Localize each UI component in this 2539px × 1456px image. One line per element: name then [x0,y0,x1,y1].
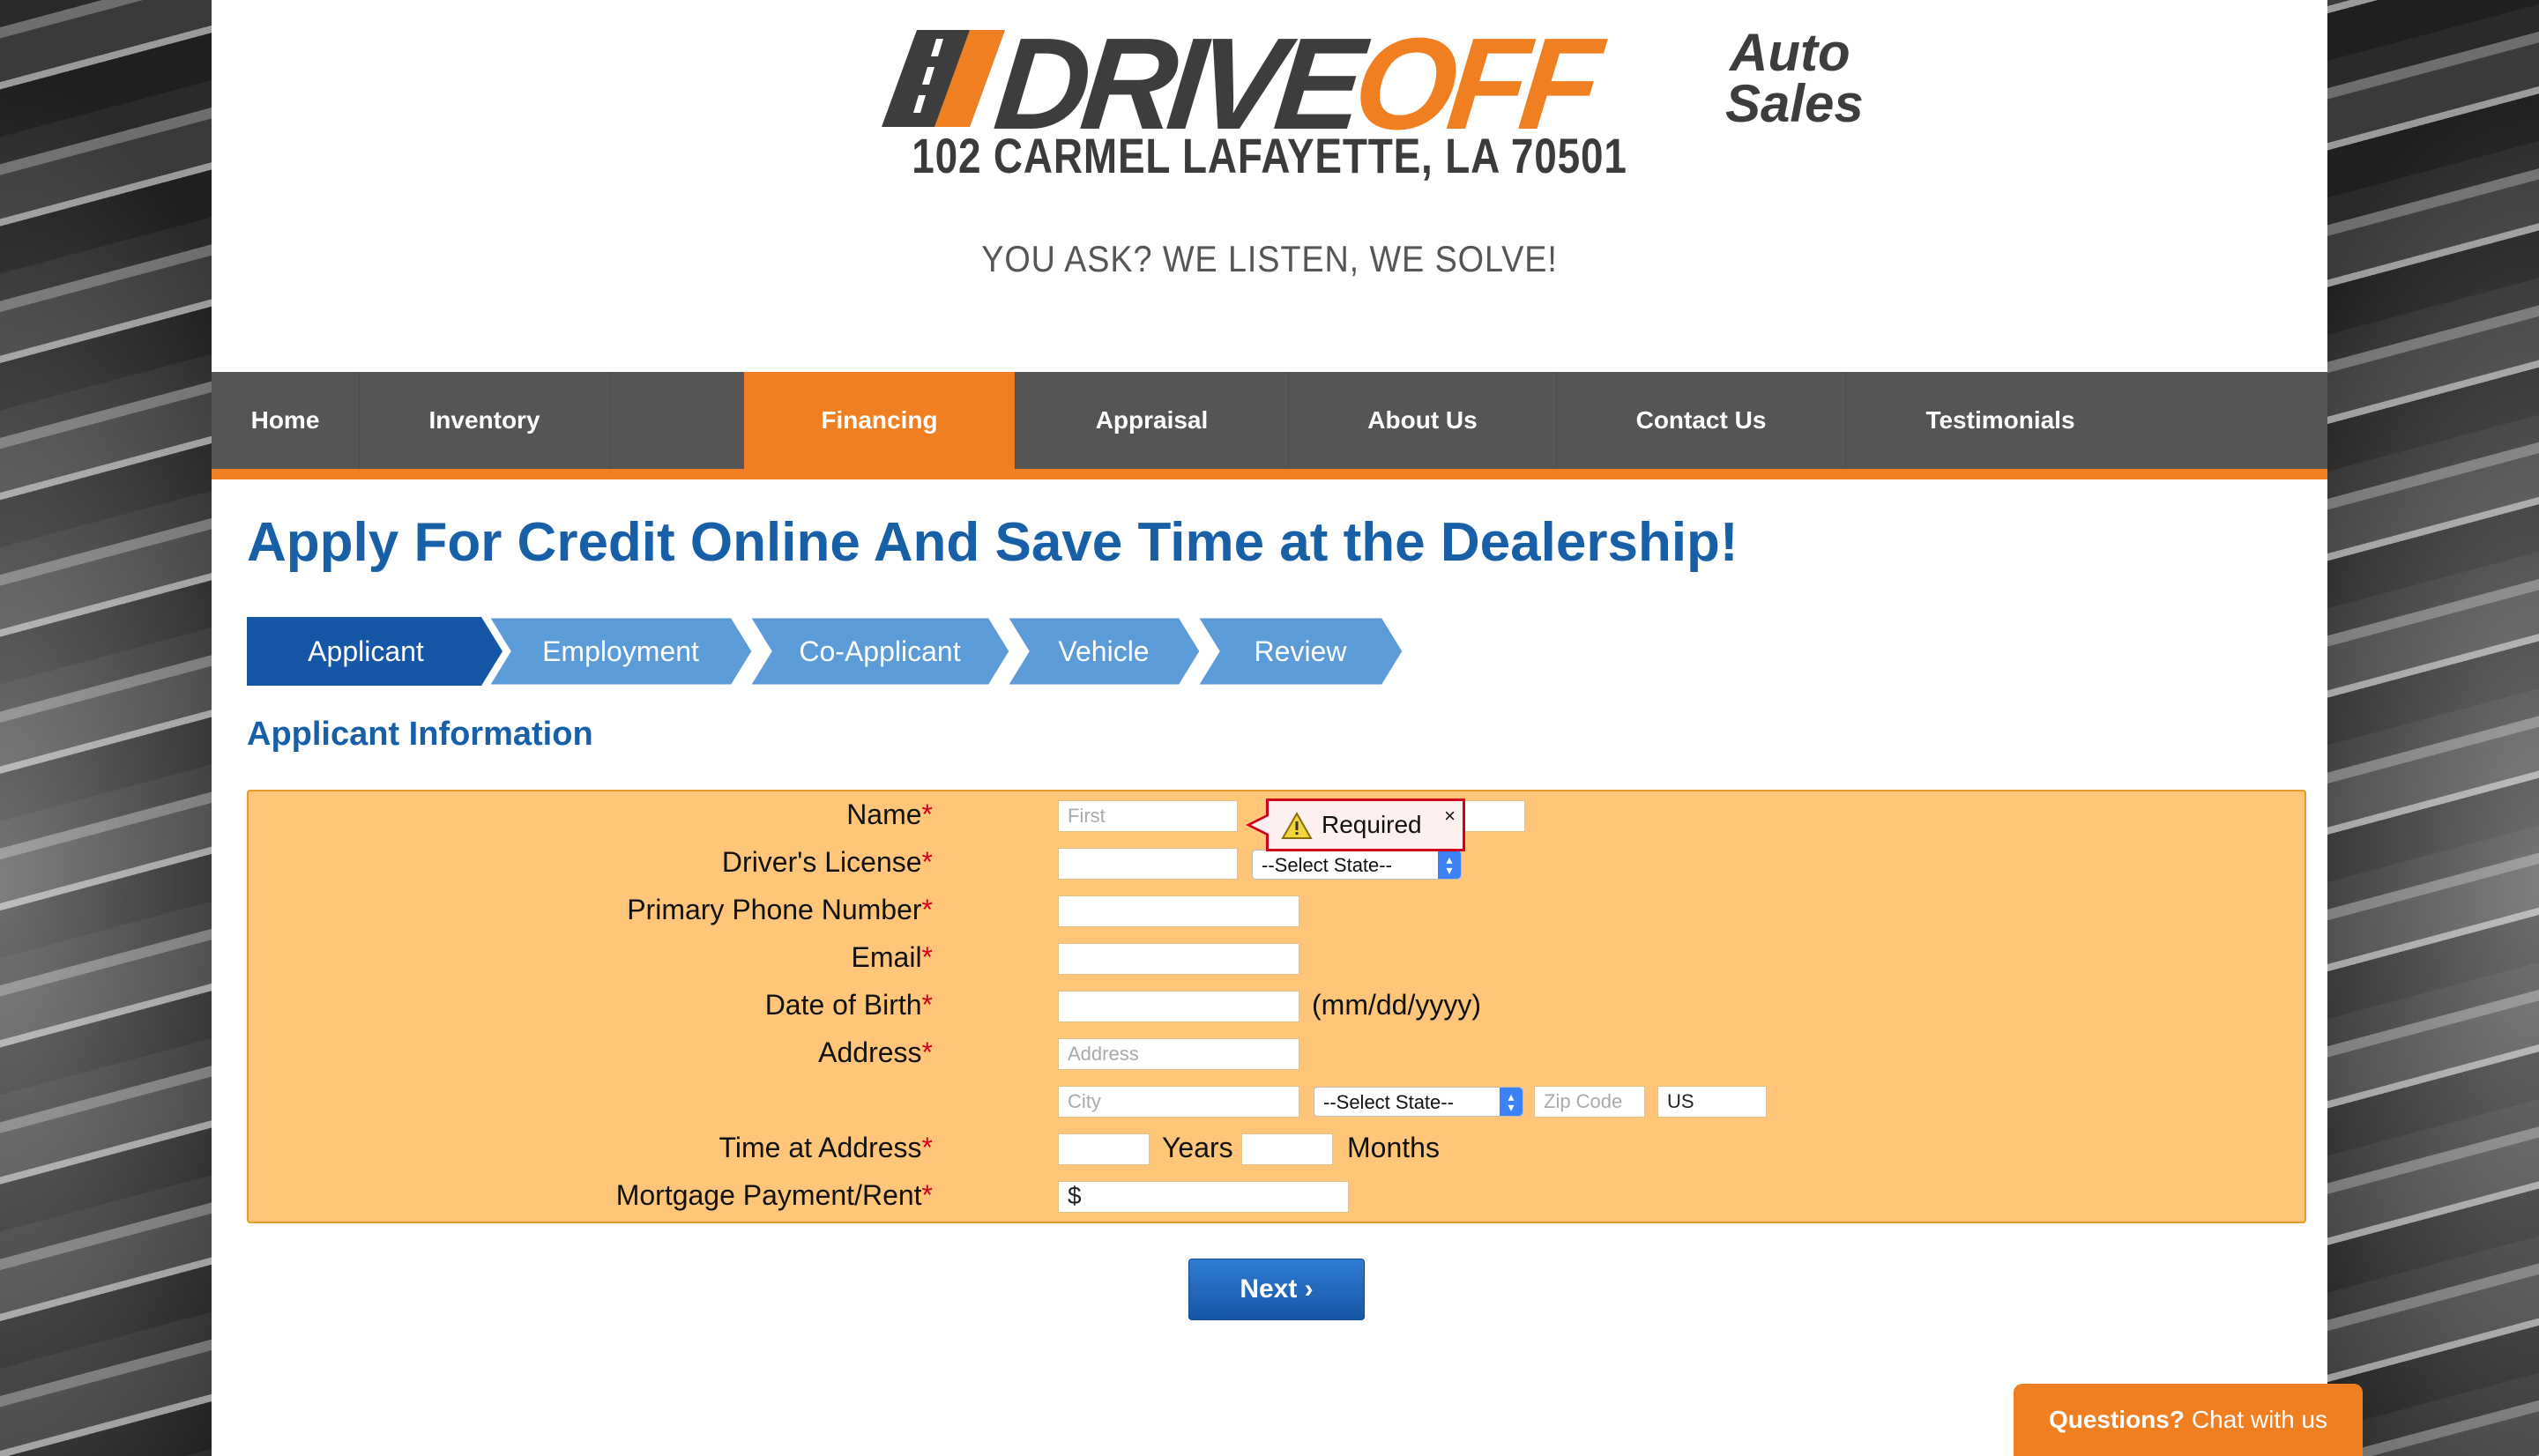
logo-auto: Auto [1730,23,1850,82]
step-label: Applicant [308,635,424,667]
label-mortgage: Mortgage Payment/Rent* [615,1179,933,1211]
nav-item-financing[interactable]: Financing [744,372,1016,469]
tooltip-pointer-inner [1251,816,1269,834]
nav-item-contact-us[interactable]: Contact Us [1557,372,1846,469]
tagline: YOU ASK? WE LISTEN, WE SOLVE! [981,238,1558,279]
chat-text: Chat with us [2191,1406,2328,1433]
mortgage-input[interactable]: $ [1058,1181,1349,1213]
label-name: Name* [846,799,933,830]
road-logo-icon [882,30,1005,127]
dob-format-hint: (mm/dd/yyyy) [1312,989,1481,1021]
phone-input[interactable] [1058,895,1299,927]
months-label: Months [1347,1132,1440,1163]
nav-accent-bar [212,469,2327,479]
nav-item-testimonials[interactable]: Testimonials [1846,372,2155,469]
dealer-address: 102 CARMEL LAFAYETTE, LA 70501 [912,128,1627,183]
tooltip-text: Required [1322,811,1422,838]
label-time-at-address: Time at Address* [719,1132,933,1163]
step-label: Co-Applicant [799,635,961,667]
nav-item-about-us[interactable]: About Us [1289,372,1557,469]
step-employment[interactable]: Employment [488,617,753,686]
years-label: Years [1162,1132,1233,1163]
address-state-select[interactable]: --Select State-- ▴ ▾ [1314,1087,1523,1117]
months-input[interactable] [1241,1133,1333,1165]
page-container: DRIVEOFF Auto Sales 102 CARMEL LAFAYETTE… [212,0,2327,1456]
email-input[interactable] [1058,943,1299,975]
step-label: Employment [542,635,699,667]
warning-icon [1281,812,1313,839]
application-steps: Applicant Employment Co-Applicant Vehicl… [247,617,1437,686]
label-dob: Date of Birth* [764,989,933,1021]
nav-item-inventory[interactable]: Inventory [360,372,610,469]
required-tooltip: Required × [1246,799,1465,851]
nav-item-appraisal[interactable]: Appraisal [1016,372,1289,469]
label-phone: Primary Phone Number* [627,894,933,925]
label-address: Address* [818,1036,933,1068]
country-input[interactable]: US [1657,1086,1767,1118]
first-name-input[interactable]: First [1058,800,1238,832]
label-email: Email* [851,941,933,973]
drivers-license-input[interactable] [1058,848,1238,880]
license-state-select[interactable]: --Select State-- ▴ ▾ [1252,850,1462,880]
next-button[interactable]: Next › [1188,1259,1365,1320]
step-review[interactable]: Review [1197,617,1404,686]
select-arrows-icon: ▴ ▾ [1438,851,1461,879]
city-input[interactable]: City [1058,1086,1299,1118]
logo-sales: Sales [1725,74,1864,133]
years-input[interactable] [1058,1133,1150,1165]
chat-questions-label: Questions? [2048,1406,2185,1433]
label-drivers-license: Driver's License* [721,846,933,878]
address-input[interactable]: Address [1058,1038,1299,1070]
zip-code-input[interactable]: Zip Code [1534,1086,1645,1118]
close-icon[interactable]: × [1444,805,1456,828]
dob-input[interactable] [1058,991,1299,1022]
step-label: Vehicle [1058,635,1150,667]
select-arrows-icon: ▴ ▾ [1500,1088,1523,1116]
section-title: Applicant Information [247,716,593,753]
nav-item-home[interactable]: Home [212,372,360,469]
page-title: Apply For Credit Online And Save Time at… [247,512,1739,573]
main-nav: Home Inventory Financing Appraisal About… [212,372,2327,479]
step-vehicle[interactable]: Vehicle [1007,617,1201,686]
chat-widget-tab[interactable]: Questions? Chat with us [2014,1384,2363,1456]
last-name-input[interactable] [1463,800,1525,832]
step-co-applicant[interactable]: Co-Applicant [749,617,1010,686]
step-applicant[interactable]: Applicant [247,617,503,686]
step-label: Review [1254,635,1347,667]
